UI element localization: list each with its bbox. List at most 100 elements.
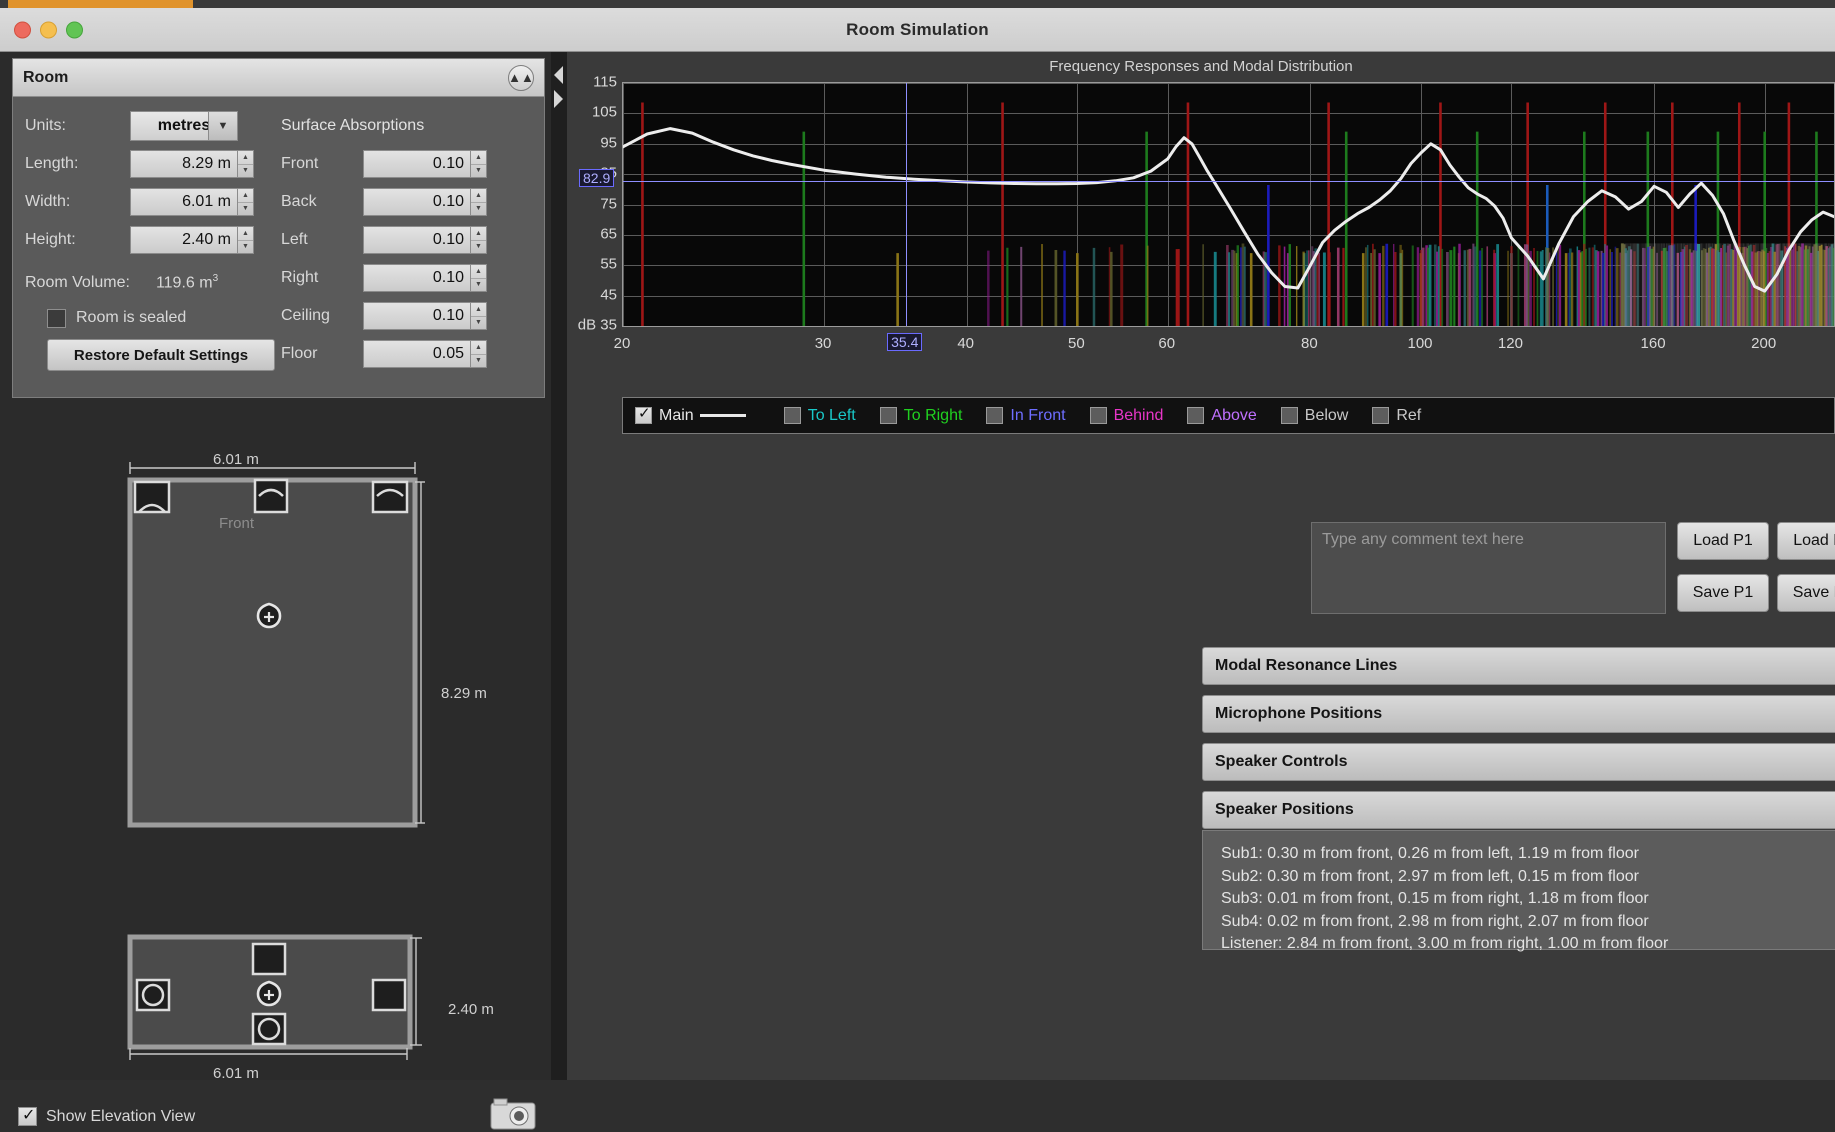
legend-item-behind[interactable]: Behind (1089, 406, 1164, 425)
absorption-input-floor[interactable]: 0.05 ▲ ▼ (363, 340, 487, 368)
cursor-value-y[interactable]: 82.9 (579, 168, 615, 187)
save-p2-button[interactable]: Save P2 (1777, 574, 1835, 612)
absorption-value-right: 0.10 (432, 269, 464, 286)
height-value: 2.40 m (182, 231, 231, 248)
legend-checkbox[interactable] (1372, 407, 1390, 424)
room-plan-view[interactable] (125, 452, 425, 832)
legend-checkbox[interactable] (783, 407, 801, 424)
legend-label: Behind (1113, 406, 1164, 424)
legend-checkbox[interactable] (1280, 407, 1298, 424)
volume-label: Room Volume: (25, 274, 130, 291)
show-elevation-row[interactable]: Show Elevation View (18, 1105, 195, 1126)
absorption-input-left[interactable]: 0.10 ▲ ▼ (363, 226, 487, 254)
expand-right-icon[interactable] (554, 90, 563, 108)
length-stepper[interactable]: ▲ ▼ (237, 150, 254, 178)
room-panel-title: Room (23, 68, 69, 86)
collapse-left-icon[interactable] (554, 66, 563, 84)
x-axis-tick-label: 30 (814, 335, 832, 352)
panel-splitter[interactable] (551, 52, 567, 1080)
accordion-speaker-positions[interactable]: Speaker Positions ▲▲ (1202, 791, 1835, 829)
accordion-title: Speaker Controls (1215, 753, 1348, 770)
accordion-microphone-positions[interactable]: Microphone Positions ▼▼ (1202, 695, 1835, 733)
legend-item-in-front[interactable]: In Front (986, 407, 1066, 425)
close-button[interactable] (14, 21, 31, 38)
show-elevation-checkbox[interactable] (18, 1105, 37, 1126)
absorption-input-ceiling[interactable]: 0.10 ▲ ▼ (363, 302, 487, 330)
height-stepper[interactable]: ▲ ▼ (237, 226, 254, 254)
x-axis-tick-label: 160 (1640, 335, 1666, 352)
y-axis-tick-label: 75 (600, 195, 617, 212)
window-title: Room Simulation (846, 19, 989, 39)
room-elevation-view[interactable] (125, 932, 425, 1067)
absorption-row-floor: Floor 0.05 ▲ ▼ (281, 335, 531, 373)
window-controls[interactable] (14, 21, 83, 38)
legend-checkbox[interactable] (1187, 407, 1205, 424)
save-p1-button[interactable]: Save P1 (1677, 574, 1769, 612)
absorption-stepper-back[interactable]: ▲ ▼ (470, 188, 487, 216)
room-panel-header[interactable]: Room ▲▲ (13, 59, 544, 97)
legend-label: Ref (1396, 406, 1422, 424)
height-input[interactable]: 2.40 m ▲ ▼ (130, 226, 254, 254)
y-axis-tick-label: 95 (600, 134, 617, 152)
absorption-input-front[interactable]: 0.10 ▲ ▼ (363, 150, 487, 178)
comment-input[interactable]: Type any comment text here (1311, 522, 1666, 614)
y-axis-tick-label: 45 (600, 286, 617, 304)
legend-checkbox[interactable] (986, 407, 1004, 424)
absorption-value-ceiling: 0.10 (432, 307, 464, 324)
chart-plot-area[interactable] (622, 82, 1835, 327)
legend-checkbox[interactable] (635, 404, 652, 424)
absorption-row-front: Front 0.10 ▲ ▼ (281, 145, 531, 183)
absorption-label-left: Left (281, 231, 308, 248)
absorption-stepper-ceiling[interactable]: ▲ ▼ (470, 302, 487, 330)
width-input[interactable]: 6.01 m ▲ ▼ (130, 188, 254, 216)
chevron-up-icon[interactable]: ▲▲ (508, 64, 534, 91)
chevron-down-icon[interactable]: ▼ (208, 111, 238, 141)
accordion-modal-resonance-lines[interactable]: Modal Resonance Lines ▼▼ (1202, 647, 1835, 685)
legend-label: Above (1211, 406, 1257, 424)
absorption-stepper-left[interactable]: ▲ ▼ (470, 226, 487, 254)
load-p2-button[interactable]: Load P2 (1777, 522, 1835, 560)
legend-item-ref[interactable]: Ref (1372, 407, 1421, 425)
frequency-response-chart[interactable]: Frequency Responses and Modal Distributi… (567, 52, 1835, 392)
absorption-value-floor: 0.05 (432, 345, 464, 362)
legend-item-above[interactable]: Above (1187, 406, 1257, 425)
cursor-line-horizontal[interactable] (623, 180, 1834, 182)
room-sealed-checkbox[interactable] (47, 308, 66, 328)
absorption-value-back: 0.10 (432, 193, 464, 210)
cursor-value-x[interactable]: 35.4 (887, 333, 923, 351)
width-stepper[interactable]: ▲ ▼ (237, 188, 254, 216)
chart-legend[interactable]: Main To Left To Right In Front Behind Above Be… (622, 397, 1835, 434)
cursor-line-vertical[interactable] (906, 83, 908, 326)
absorption-stepper-right[interactable]: ▲ ▼ (470, 264, 487, 292)
absorption-input-back[interactable]: 0.10 ▲ ▼ (363, 188, 487, 216)
absorption-stepper-front[interactable]: ▲ ▼ (470, 150, 487, 178)
legend-item-main[interactable]: Main (635, 404, 694, 425)
legend-item-below[interactable]: Below (1280, 407, 1348, 425)
plan-length-dim: 8.29 m (441, 685, 487, 702)
units-value: metres (157, 117, 211, 134)
plan-width-dim: 6.01 m (213, 451, 259, 468)
units-select[interactable]: metres ▼ (130, 111, 238, 141)
minimize-button[interactable] (40, 21, 57, 38)
legend-item-to-right[interactable]: To Right (879, 407, 962, 425)
load-p1-button[interactable]: Load P1 (1677, 522, 1769, 560)
legend-item-to-left[interactable]: To Left (783, 407, 856, 425)
camera-icon[interactable] (488, 1097, 538, 1131)
room-panel: Room ▲▲ Units: metres ▼ Length: 8.29 m ▲… (12, 58, 545, 398)
absorption-stepper-floor[interactable]: ▲ ▼ (470, 340, 487, 368)
units-label: Units: (25, 117, 66, 134)
width-value: 6.01 m (182, 193, 231, 210)
volume-value: 119.6 m3 (155, 273, 219, 292)
list-item: Listener: 2.84 m from front, 3.00 m from… (1221, 935, 1669, 952)
maximize-button[interactable] (66, 21, 83, 38)
legend-checkbox[interactable] (879, 407, 897, 424)
y-axis-tick-label: 115 (593, 73, 617, 91)
length-input[interactable]: 8.29 m ▲ ▼ (130, 150, 254, 178)
absorption-row-right: Right 0.10 ▲ ▼ (281, 259, 531, 297)
accordion-speaker-controls[interactable]: Speaker Controls ▼▼ (1202, 743, 1835, 781)
room-settings-grid: Units: metres ▼ Length: 8.29 m ▲ ▼ Width:… (13, 97, 544, 397)
absorption-input-right[interactable]: 0.10 ▲ ▼ (363, 264, 487, 292)
restore-defaults-button[interactable]: Restore Default Settings (47, 339, 275, 371)
left-panel: Room ▲▲ Units: metres ▼ Length: 8.29 m ▲… (0, 52, 566, 1130)
legend-checkbox[interactable] (1089, 407, 1107, 424)
